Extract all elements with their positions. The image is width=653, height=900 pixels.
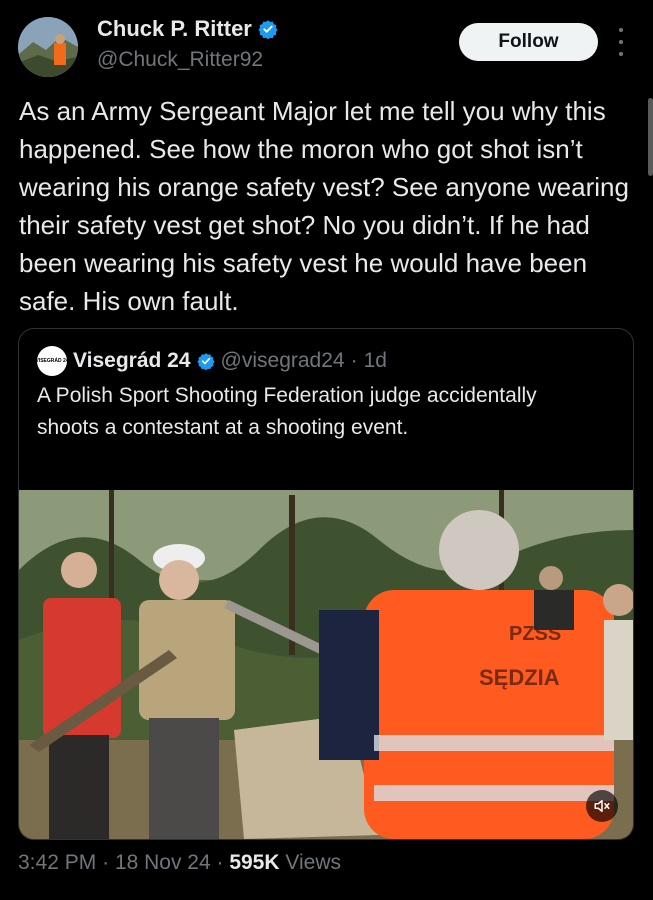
views-count[interactable]: 595K [229,851,279,874]
tweet-text: As an Army Sergeant Major let me tell yo… [19,96,629,316]
video-frame: PZSS SĘDZIA [19,490,633,839]
views-label: Views [285,851,342,874]
video-player[interactable]: PZSS SĘDZIA [19,490,633,839]
follow-button[interactable]: Follow [459,23,598,61]
quoted-author-name[interactable]: Visegrád 24 [73,349,191,373]
dot-separator: · [216,851,224,874]
dot-separator: · [350,349,358,372]
author-avatar[interactable] [18,17,78,77]
quoted-avatar-logo-text: VISEGRÁD 24 [35,358,69,364]
tweet-time[interactable]: 3:42 PM [18,851,96,874]
author-handle[interactable]: @Chuck_Ritter92 [97,48,263,72]
verified-badge-icon [258,20,278,39]
scrollbar[interactable] [648,98,653,176]
speaker-muted-icon[interactable] [586,790,618,822]
dot-separator: · [102,851,110,874]
quoted-author-avatar[interactable]: VISEGRÁD 24 [35,346,69,376]
tweet-meta: 3:42 PM · 18 Nov 24 · 595K Views [18,851,341,875]
quoted-tweet-card[interactable]: VISEGRÁD 24 Visegrád 24 @visegrad24 · 1d… [18,328,634,840]
quoted-tweet-time[interactable]: 1d [364,349,387,373]
quoted-tweet-text: A Polish Sport Shooting Federation judge… [37,384,537,439]
more-options-icon[interactable] [617,28,625,56]
vest-text-sedzia: SĘDZIA [479,665,560,690]
quoted-author-handle[interactable]: @visegrad24 [221,349,345,373]
tweet-date[interactable]: 18 Nov 24 [115,851,211,874]
author-name[interactable]: Chuck P. Ritter [97,16,252,42]
verified-badge-icon [196,353,215,370]
